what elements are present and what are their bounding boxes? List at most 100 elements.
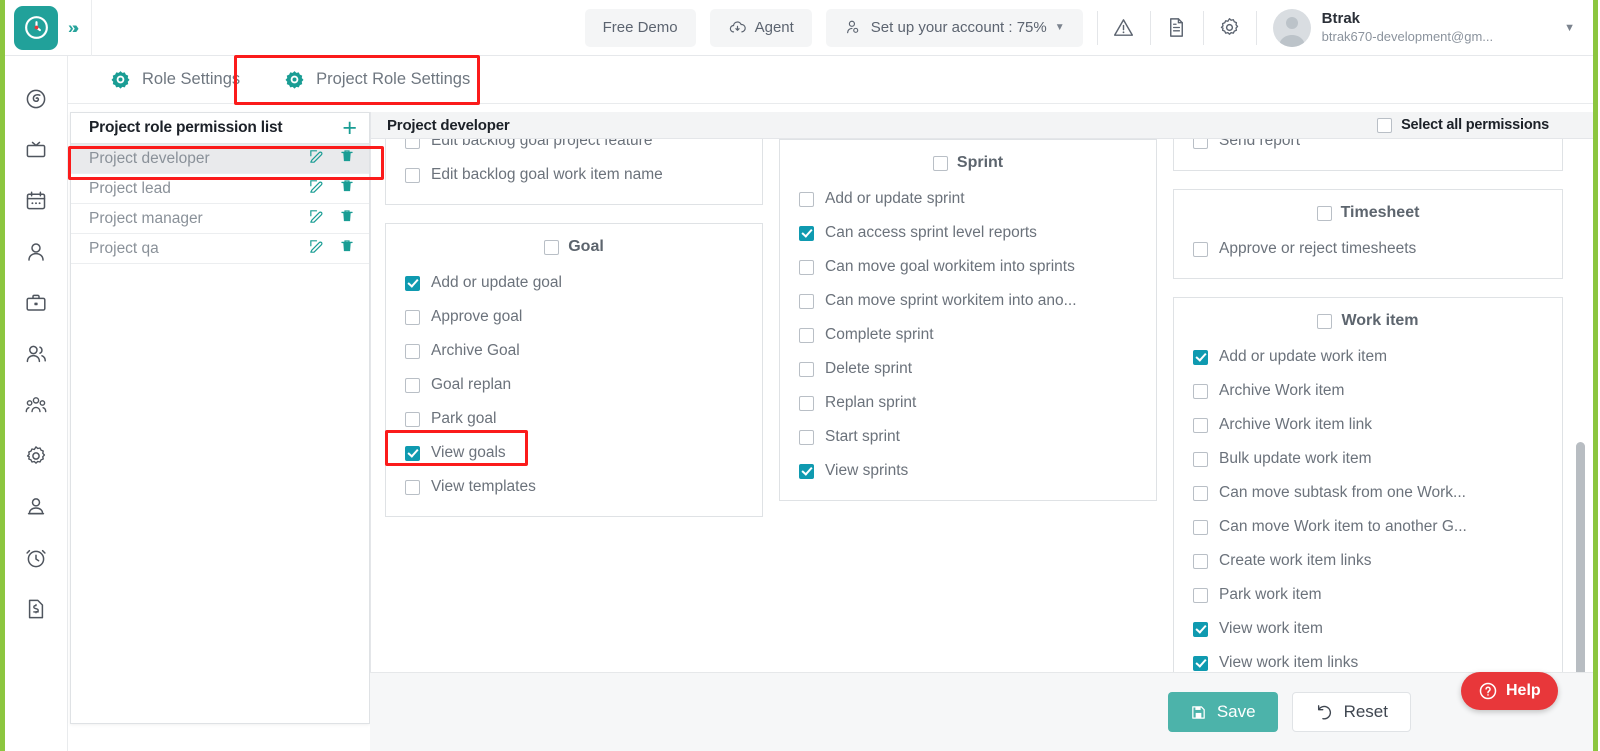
app-logo[interactable]: [14, 6, 58, 50]
sidebar-item-teams[interactable]: [16, 388, 56, 422]
permission-option-checkbox[interactable]: [405, 168, 420, 183]
permission-option-checkbox[interactable]: [1193, 486, 1208, 501]
permission-option[interactable]: Edit backlog goal project feature: [386, 139, 762, 158]
permission-option[interactable]: Send report: [1174, 139, 1562, 158]
permission-option[interactable]: View goals: [386, 436, 762, 470]
sidebar-item-contacts[interactable]: [16, 337, 56, 371]
permission-option-checkbox[interactable]: [405, 480, 420, 495]
permission-option[interactable]: Delete sprint: [780, 352, 1156, 386]
sidebar-item-calendar[interactable]: [16, 184, 56, 218]
edit-role-button[interactable]: [308, 148, 325, 170]
permission-option[interactable]: Approve goal: [386, 300, 762, 334]
permission-option[interactable]: Archive Work item: [1174, 374, 1562, 408]
permission-group-checkbox[interactable]: [933, 156, 948, 171]
user-menu[interactable]: Btrak btrak670-development@gm... ▼: [1257, 9, 1593, 47]
permission-option[interactable]: View templates: [386, 470, 762, 504]
permission-option[interactable]: Can move Work item to another G...: [1174, 510, 1562, 544]
delete-role-button[interactable]: [339, 208, 355, 229]
permission-option[interactable]: Can move subtask from one Work...: [1174, 476, 1562, 510]
permission-option[interactable]: Add or update work item: [1174, 340, 1562, 374]
permission-option[interactable]: Edit backlog goal work item name: [386, 158, 762, 192]
add-role-button[interactable]: +: [342, 116, 357, 141]
permission-option[interactable]: Add or update sprint: [780, 182, 1156, 216]
select-all-permissions-checkbox[interactable]: [1377, 118, 1392, 133]
permission-option-checkbox[interactable]: [1193, 656, 1208, 671]
permission-option-checkbox[interactable]: [1193, 520, 1208, 535]
permission-option-checkbox[interactable]: [799, 226, 814, 241]
permission-option[interactable]: Archive Work item link: [1174, 408, 1562, 442]
permission-option-checkbox[interactable]: [799, 192, 814, 207]
permission-option-checkbox[interactable]: [405, 276, 420, 291]
permission-option[interactable]: Archive Goal: [386, 334, 762, 368]
permission-option-checkbox[interactable]: [405, 412, 420, 427]
permission-option[interactable]: Can access sprint level reports: [780, 216, 1156, 250]
docs-button[interactable]: [1151, 0, 1203, 56]
permission-option-checkbox[interactable]: [799, 328, 814, 343]
table-row[interactable]: Project lead: [71, 174, 369, 204]
reset-button[interactable]: Reset: [1292, 692, 1411, 732]
user-menu-chevron-down-icon[interactable]: ▼: [1564, 22, 1575, 34]
permission-group-checkbox[interactable]: [1317, 206, 1332, 221]
delete-role-button[interactable]: [339, 178, 355, 199]
permission-option[interactable]: Replan sprint: [780, 386, 1156, 420]
free-demo-button[interactable]: Free Demo: [585, 9, 696, 47]
permission-option[interactable]: Goal replan: [386, 368, 762, 402]
settings-button[interactable]: [1204, 0, 1256, 56]
permission-option[interactable]: Approve or reject timesheets: [1174, 232, 1562, 266]
table-row[interactable]: Project qa: [71, 234, 369, 264]
permission-group-header[interactable]: Sprint: [780, 146, 1156, 182]
edit-role-button[interactable]: [308, 238, 325, 260]
permission-option-checkbox[interactable]: [799, 260, 814, 275]
tab-role-settings[interactable]: Role Settings: [88, 56, 262, 104]
sidebar-item-invoice[interactable]: [16, 592, 56, 626]
permission-option-checkbox[interactable]: [1193, 384, 1208, 399]
permission-option-checkbox[interactable]: [1193, 350, 1208, 365]
permission-option-checkbox[interactable]: [1193, 418, 1208, 433]
tab-project-role-settings[interactable]: Project Role Settings: [262, 56, 492, 104]
permission-option[interactable]: View sprints: [780, 454, 1156, 488]
permission-option-checkbox[interactable]: [1193, 622, 1208, 637]
permission-option-checkbox[interactable]: [1193, 242, 1208, 257]
delete-role-button[interactable]: [339, 238, 355, 259]
permission-option[interactable]: Park work item: [1174, 578, 1562, 612]
permission-option[interactable]: Bulk update work item: [1174, 442, 1562, 476]
sidebar-item-settings[interactable]: [16, 439, 56, 473]
permission-option[interactable]: View work item: [1174, 612, 1562, 646]
permission-option-checkbox[interactable]: [799, 464, 814, 479]
permission-option-checkbox[interactable]: [1193, 554, 1208, 569]
expand-sidebar-chevrons[interactable]: »›: [68, 18, 75, 38]
permission-option-checkbox[interactable]: [1193, 139, 1208, 149]
table-row[interactable]: Project developer: [71, 144, 369, 174]
edit-role-button[interactable]: [308, 208, 325, 230]
permission-group-checkbox[interactable]: [1317, 314, 1332, 329]
permission-option-checkbox[interactable]: [405, 344, 420, 359]
permission-group-checkbox[interactable]: [544, 240, 559, 255]
permissions-scrollbar-track[interactable]: [1576, 279, 1585, 672]
select-all-permissions-toggle[interactable]: Select all permissions: [1377, 117, 1549, 133]
permission-option[interactable]: Can move goal workitem into sprints: [780, 250, 1156, 284]
permission-option-checkbox[interactable]: [799, 430, 814, 445]
permission-option[interactable]: View work item links: [1174, 646, 1562, 672]
alert-button[interactable]: [1098, 0, 1150, 56]
sidebar-item-board[interactable]: [16, 133, 56, 167]
permission-option-checkbox[interactable]: [1193, 588, 1208, 603]
permission-option[interactable]: Can move sprint workitem into ano...: [780, 284, 1156, 318]
permission-option[interactable]: Create work item links: [1174, 544, 1562, 578]
save-button[interactable]: Save: [1168, 692, 1278, 732]
permission-option-checkbox[interactable]: [405, 139, 420, 149]
sidebar-item-dashboard[interactable]: [16, 82, 56, 116]
edit-role-button[interactable]: [308, 178, 325, 200]
sidebar-item-timer[interactable]: [16, 541, 56, 575]
permission-option-checkbox[interactable]: [799, 362, 814, 377]
permission-option[interactable]: Park goal: [386, 402, 762, 436]
permission-group-header[interactable]: Timesheet: [1174, 196, 1562, 232]
setup-account-dropdown[interactable]: Set up your account : 75% ▼: [826, 9, 1083, 47]
sidebar-item-employee[interactable]: [16, 490, 56, 524]
permission-option-checkbox[interactable]: [405, 446, 420, 461]
table-row[interactable]: Project manager: [71, 204, 369, 234]
permission-option-checkbox[interactable]: [405, 378, 420, 393]
permission-option[interactable]: Complete sprint: [780, 318, 1156, 352]
help-button[interactable]: Help: [1461, 672, 1558, 710]
permission-option[interactable]: Start sprint: [780, 420, 1156, 454]
sidebar-item-projects[interactable]: [16, 286, 56, 320]
